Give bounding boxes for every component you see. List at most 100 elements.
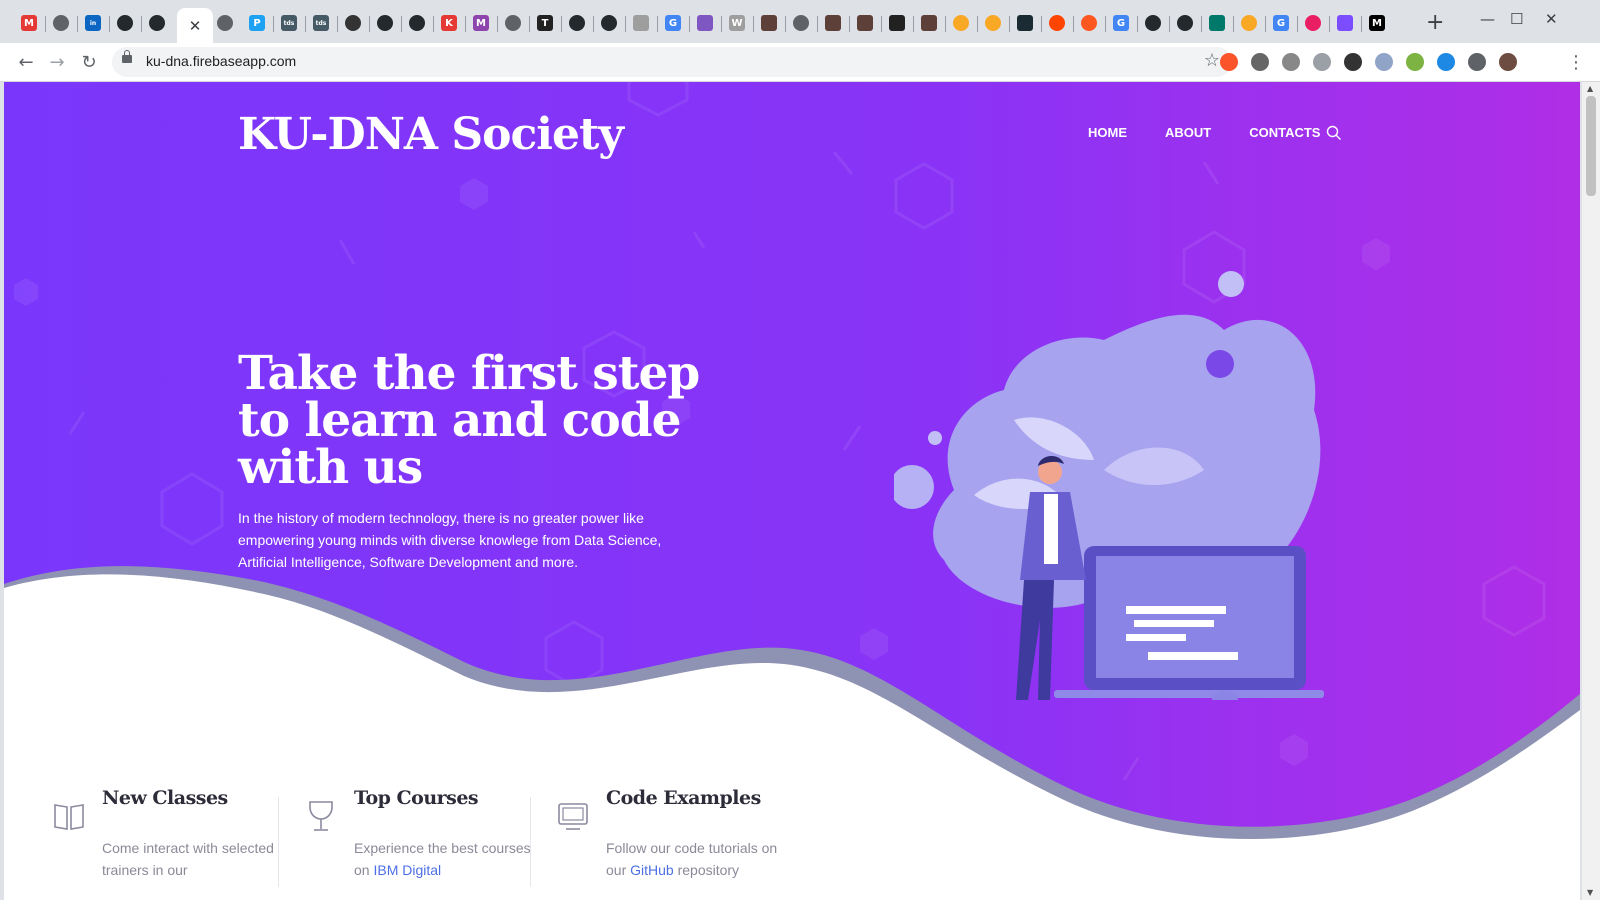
bookmark-star-icon[interactable]: ☆ xyxy=(1204,50,1220,71)
search-icon[interactable] xyxy=(1326,125,1342,141)
lock-icon[interactable] xyxy=(122,50,132,63)
browser-tab[interactable]: G xyxy=(662,12,684,34)
reload-button[interactable]: ↻ xyxy=(77,50,101,74)
face-icon xyxy=(1241,15,1257,31)
browser-tab[interactable] xyxy=(982,12,1004,34)
chat-icon[interactable] xyxy=(1282,53,1300,71)
browser-tab[interactable] xyxy=(566,12,588,34)
browser-tab[interactable] xyxy=(114,12,136,34)
t-icon: T xyxy=(537,15,553,31)
browser-tab[interactable] xyxy=(1238,12,1260,34)
tab-separator xyxy=(369,16,370,32)
browser-tab[interactable] xyxy=(918,12,940,34)
back-button[interactable]: ← xyxy=(14,50,38,74)
browser-tab[interactable] xyxy=(694,12,716,34)
browser-tab[interactable] xyxy=(790,12,812,34)
browser-tab[interactable]: M xyxy=(18,12,40,34)
browser-menu-icon[interactable]: ⋮ xyxy=(1564,50,1588,74)
browser-tab[interactable]: G xyxy=(1110,12,1132,34)
forward-button[interactable]: → xyxy=(45,50,69,74)
browser-tab[interactable] xyxy=(1078,12,1100,34)
browser-tab[interactable] xyxy=(950,12,972,34)
browser-tab[interactable] xyxy=(1014,12,1036,34)
nav-contacts[interactable]: CONTACTS xyxy=(1249,125,1320,140)
browser-tab[interactable] xyxy=(214,12,236,34)
gmail-icon: M xyxy=(21,15,37,31)
browser-tab[interactable] xyxy=(854,12,876,34)
tab-separator xyxy=(753,16,754,32)
browser-tab[interactable]: M xyxy=(1366,12,1388,34)
headline-line-3: with us xyxy=(238,440,423,495)
feather-icon[interactable] xyxy=(1437,53,1455,71)
nav-home[interactable]: HOME xyxy=(1088,125,1127,140)
browser-tab[interactable]: tds xyxy=(310,12,332,34)
nav-about[interactable]: ABOUT xyxy=(1165,125,1211,140)
puzzle-icon[interactable] xyxy=(1468,53,1486,71)
close-tab-icon[interactable]: ✕ xyxy=(189,17,202,35)
close-window-button[interactable]: ✕ xyxy=(1545,10,1558,28)
browser-tab[interactable] xyxy=(374,12,396,34)
tab-separator xyxy=(785,16,786,32)
browser-tab[interactable]: P xyxy=(246,12,268,34)
circle-i-icon[interactable] xyxy=(1375,53,1393,71)
tab-separator xyxy=(561,16,562,32)
site-brand[interactable]: KU-DNA Society xyxy=(238,109,624,160)
tab-separator xyxy=(141,16,142,32)
github-icon xyxy=(377,15,393,31)
code-line xyxy=(1126,634,1186,641)
minimize-button[interactable]: — xyxy=(1480,10,1495,28)
ibm-digital-link[interactable]: IBM Digital xyxy=(373,862,441,878)
browser-tab[interactable] xyxy=(598,12,620,34)
browser-tab[interactable]: G xyxy=(1270,12,1292,34)
browser-tab[interactable]: K xyxy=(438,12,460,34)
reddit-icon xyxy=(1049,15,1065,31)
profile-icon[interactable] xyxy=(1499,53,1517,71)
browser-tab[interactable] xyxy=(342,12,364,34)
browser-tab[interactable] xyxy=(1206,12,1228,34)
globe-icon xyxy=(793,15,809,31)
active-tab[interactable]: ✕ xyxy=(177,8,213,43)
browser-tab[interactable] xyxy=(50,12,72,34)
address-bar[interactable]: ku-dna.firebaseapp.com ☆ xyxy=(112,47,1232,77)
blob-icon[interactable] xyxy=(1344,53,1362,71)
face-icon xyxy=(953,15,969,31)
hero-headline: Take the first step to learn and code wi… xyxy=(238,346,700,495)
browser-tab[interactable] xyxy=(1142,12,1164,34)
google-icon: G xyxy=(665,15,681,31)
browser-tab[interactable] xyxy=(502,12,524,34)
browser-tab[interactable] xyxy=(406,12,428,34)
scrollbar-thumb[interactable] xyxy=(1586,96,1596,196)
tab-separator xyxy=(1329,16,1330,32)
page-scrollbar[interactable]: ▲ ▼ xyxy=(1582,82,1600,900)
github-link[interactable]: GitHub xyxy=(630,862,674,878)
react-icon xyxy=(1017,15,1033,31)
github-icon xyxy=(149,15,165,31)
browser-tab[interactable] xyxy=(758,12,780,34)
browser-tab[interactable] xyxy=(1174,12,1196,34)
browser-tab[interactable] xyxy=(1046,12,1068,34)
browser-tab[interactable] xyxy=(146,12,168,34)
scroll-down-arrow[interactable]: ▼ xyxy=(1587,888,1593,897)
browser-tab[interactable] xyxy=(1302,12,1324,34)
cube-icon[interactable] xyxy=(1251,53,1269,71)
scroll-up-arrow[interactable]: ▲ xyxy=(1587,84,1593,93)
pdf-icon[interactable] xyxy=(1406,53,1424,71)
browser-tab[interactable]: M xyxy=(470,12,492,34)
browser-tab[interactable] xyxy=(822,12,844,34)
new-tab-button[interactable]: + xyxy=(1426,12,1444,34)
browser-tab[interactable] xyxy=(886,12,908,34)
browser-tab[interactable]: in xyxy=(82,12,104,34)
browser-tab[interactable] xyxy=(630,12,652,34)
browser-tab[interactable]: W xyxy=(726,12,748,34)
maximize-button[interactable]: ☐ xyxy=(1510,10,1523,28)
tab-separator xyxy=(1201,16,1202,32)
linkedin-icon: in xyxy=(85,15,101,31)
brave-shield-icon[interactable] xyxy=(1220,53,1238,71)
browser-tab[interactable]: tds xyxy=(278,12,300,34)
browser-tab[interactable] xyxy=(1334,12,1356,34)
url-text[interactable]: ku-dna.firebaseapp.com xyxy=(146,53,296,69)
browser-tab[interactable]: T xyxy=(534,12,556,34)
download-icon[interactable] xyxy=(1313,53,1331,71)
grid-icon xyxy=(1209,15,1225,31)
headline-line-1: Take the first step xyxy=(238,346,700,401)
